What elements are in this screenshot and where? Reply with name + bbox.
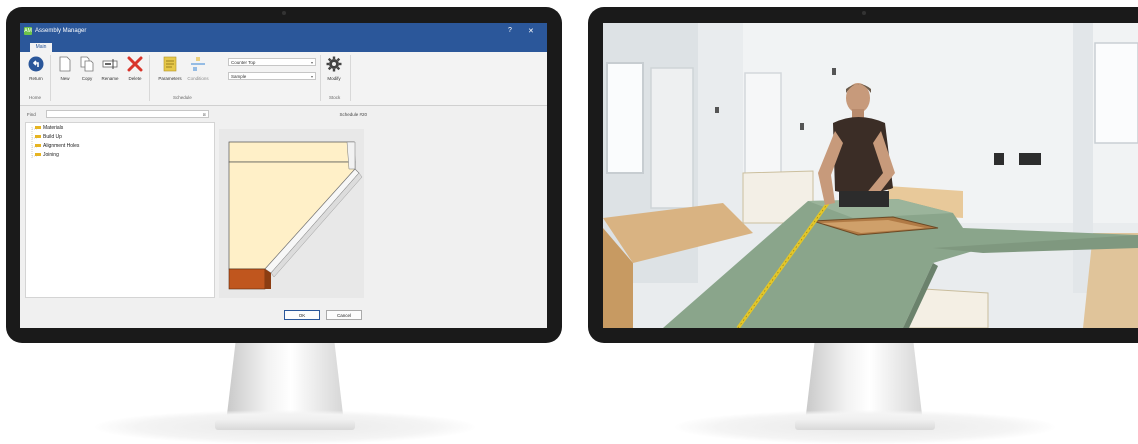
group-label-home: Home xyxy=(29,95,42,100)
schedule-select[interactable]: Sample ▾ xyxy=(228,72,316,80)
tab-main[interactable]: Main xyxy=(30,43,52,52)
modify-button[interactable]: Modify xyxy=(322,56,346,81)
ok-button[interactable]: OK xyxy=(284,310,320,320)
ribbon-group-separator xyxy=(350,55,351,101)
assembly-tree: Materials Build Up Alignment Holes Joini… xyxy=(25,122,215,298)
gear-icon xyxy=(326,56,342,72)
tree-item-alignment-holes[interactable]: Alignment Holes xyxy=(35,143,79,149)
rename-button[interactable]: Rename xyxy=(98,56,122,81)
copy-icon xyxy=(80,56,94,72)
delete-label: Delete xyxy=(128,76,142,81)
tree-item-label: Materials xyxy=(43,125,64,131)
tree-item-build-up[interactable]: Build Up xyxy=(35,134,62,140)
tree-item-label: Joining xyxy=(43,152,59,158)
cancel-button[interactable]: Cancel xyxy=(326,310,362,320)
conditions-button[interactable]: Conditions xyxy=(186,56,210,81)
new-label: New xyxy=(60,76,70,81)
close-button[interactable]: ✕ xyxy=(528,27,534,35)
tree-item-label: Alignment Holes xyxy=(43,143,80,149)
ribbon-tab-strip: Main xyxy=(20,41,547,52)
parameters-icon xyxy=(163,56,177,72)
window-title: Assembly Manager xyxy=(35,28,87,34)
delete-button[interactable]: Delete xyxy=(123,56,147,81)
copy-button[interactable]: Copy xyxy=(75,56,99,81)
return-label: Return xyxy=(29,76,43,81)
modify-label: Modify xyxy=(327,76,341,81)
find-label: Find xyxy=(27,112,36,117)
right-monitor-camera xyxy=(862,11,866,15)
chevron-down-icon: ▾ xyxy=(310,74,313,79)
left-monitor-stand-base xyxy=(215,420,355,430)
schedule-number-label: Schedule #20 xyxy=(339,112,367,117)
assembly-type-value: Counter Top xyxy=(231,60,256,65)
parameters-button[interactable]: Parameters xyxy=(158,56,182,81)
title-bar: AM Assembly Manager ? ✕ xyxy=(20,23,547,41)
folder-icon xyxy=(35,135,41,139)
rename-icon xyxy=(102,59,118,69)
search-clear-icon[interactable]: ⊠ xyxy=(203,111,206,118)
new-button[interactable]: New xyxy=(53,56,77,81)
find-input[interactable]: ⊠ xyxy=(46,110,209,118)
return-button[interactable]: Return xyxy=(24,56,48,81)
ribbon-group-separator xyxy=(149,55,150,101)
ribbon: Return New Copy Rename Delete Parameters… xyxy=(20,52,547,106)
folder-icon xyxy=(35,144,41,148)
countertop-profile-drawing xyxy=(228,141,363,290)
tree-item-materials[interactable]: Materials xyxy=(35,125,63,131)
chevron-down-icon: ▾ xyxy=(310,60,313,65)
conditions-label: Conditions xyxy=(187,76,209,81)
parameters-label: Parameters xyxy=(158,76,182,81)
folder-icon xyxy=(35,126,41,130)
ribbon-group-separator xyxy=(50,55,51,101)
return-icon xyxy=(28,56,44,72)
tree-item-joining[interactable]: Joining xyxy=(35,152,59,158)
work-area: Find ⊠ Schedule #20 Materials Build Up A… xyxy=(20,106,547,328)
group-label-stock: Stock xyxy=(329,95,341,100)
kitchen-install-photo xyxy=(603,23,1138,328)
schedule-value: Sample xyxy=(231,74,247,79)
conditions-icon xyxy=(191,57,205,71)
app-window: AM Assembly Manager ? ✕ Main Return New … xyxy=(20,23,547,328)
assembly-preview xyxy=(219,129,364,298)
installation-photo xyxy=(603,23,1138,328)
rename-label: Rename xyxy=(101,76,119,81)
assembly-type-select[interactable]: Counter Top ▾ xyxy=(228,58,316,66)
ribbon-group-separator xyxy=(320,55,321,101)
help-button[interactable]: ? xyxy=(508,27,512,34)
group-label-schedule: Schedule xyxy=(173,95,192,100)
left-monitor-camera xyxy=(282,11,286,15)
folder-icon xyxy=(35,153,41,157)
tree-item-label: Build Up xyxy=(43,134,62,140)
app-logo-icon: AM xyxy=(24,27,32,35)
new-document-icon xyxy=(59,56,71,72)
right-monitor-stand-base xyxy=(795,420,935,430)
copy-label: Copy xyxy=(81,76,93,81)
delete-icon xyxy=(127,56,143,72)
